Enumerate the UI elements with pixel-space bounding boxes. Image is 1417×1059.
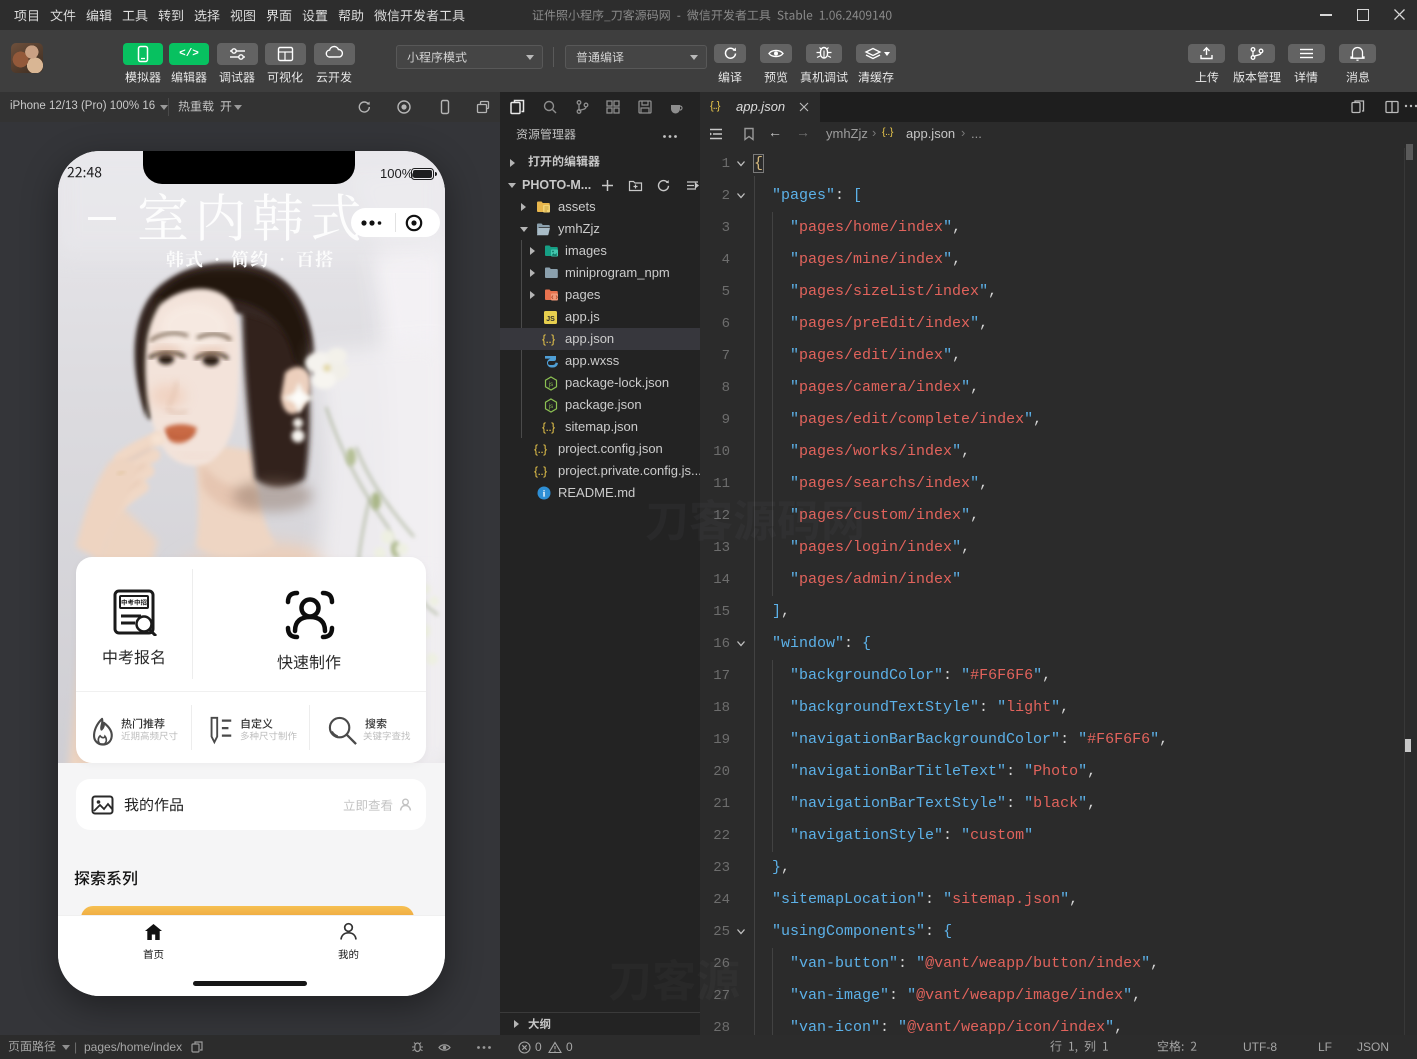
svg-text:JS: JS — [546, 316, 555, 323]
svg-text:js: js — [548, 382, 553, 388]
svg-text:js: js — [548, 404, 553, 410]
